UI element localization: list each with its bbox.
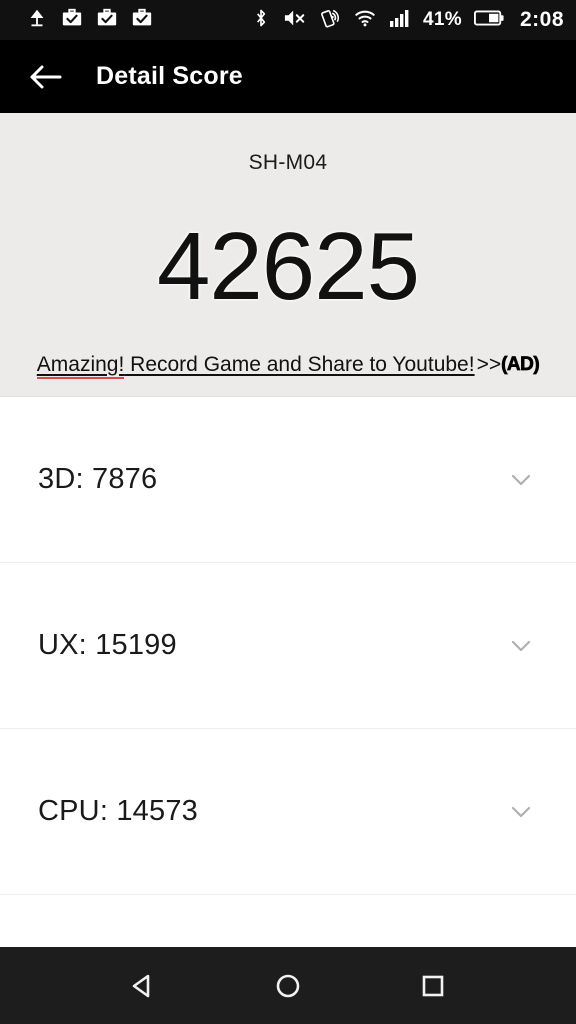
table-row[interactable]: CPU: 14573 (0, 729, 576, 895)
ad-link[interactable]: Amazing! Record Game and Share to Youtub… (36, 353, 475, 379)
nav-home-circle-icon (276, 974, 300, 997)
ad-badge: (AD) (501, 354, 540, 376)
nav-back-triangle-icon (132, 974, 149, 997)
briefcase-check-icon-3 (131, 7, 153, 34)
page-title: Detail Score (96, 62, 243, 90)
status-bar-left-icons (26, 7, 153, 34)
ad-link-first-word: Amazing! (36, 353, 125, 379)
volume-mute-icon (283, 7, 307, 34)
nav-back-button[interactable] (114, 957, 172, 1015)
phone-screen: 41% 2:08 Detail Score SH-M04 42625 Amazi… (0, 0, 576, 1024)
battery-percent-label: 41% (423, 9, 462, 30)
back-arrow-icon (30, 65, 62, 88)
status-bar-right-icons: 41% 2:08 (251, 7, 564, 34)
app-bar: Detail Score (0, 40, 576, 113)
wifi-icon (353, 7, 377, 34)
ad-banner[interactable]: Amazing! Record Game and Share to Youtub… (36, 353, 540, 379)
lamp-icon (26, 7, 48, 34)
briefcase-check-icon-2 (96, 7, 118, 34)
back-button[interactable] (22, 54, 68, 100)
battery-icon (473, 9, 504, 32)
table-row[interactable]: UX: 15199 (0, 563, 576, 729)
status-bar: 41% 2:08 (0, 0, 576, 40)
chevron-down-icon[interactable] (504, 629, 538, 663)
nav-recents-square-icon (423, 975, 444, 996)
total-score-value: 42625 (157, 213, 420, 320)
nav-home-button[interactable] (259, 957, 317, 1015)
score-summary-panel: SH-M04 42625 Amazing! Record Game and Sh… (0, 113, 576, 397)
status-bar-clock: 2:08 (519, 8, 564, 31)
ad-arrows: >> (476, 353, 502, 376)
android-navigation-bar (0, 947, 576, 1024)
briefcase-check-icon-1 (61, 7, 83, 34)
nav-recents-button[interactable] (404, 957, 462, 1015)
chevron-down-icon[interactable] (504, 795, 538, 829)
bluetooth-icon (251, 7, 271, 34)
nfc-icon (319, 7, 341, 34)
detail-row-label-cpu: CPU: 14573 (38, 795, 198, 827)
device-name-label: SH-M04 (248, 151, 328, 174)
detail-row-label-ux: UX: 15199 (38, 629, 177, 661)
detail-rows-list: 3D: 7876 UX: 15199 CPU: 14573 (0, 397, 576, 947)
chevron-down-icon[interactable] (504, 463, 538, 497)
detail-row-label-3d: 3D: 7876 (38, 463, 158, 495)
cellular-signal-icon (389, 8, 411, 33)
ad-link-rest: Record Game and Share to Youtube! (124, 353, 475, 376)
table-row[interactable]: 3D: 7876 (0, 397, 576, 563)
